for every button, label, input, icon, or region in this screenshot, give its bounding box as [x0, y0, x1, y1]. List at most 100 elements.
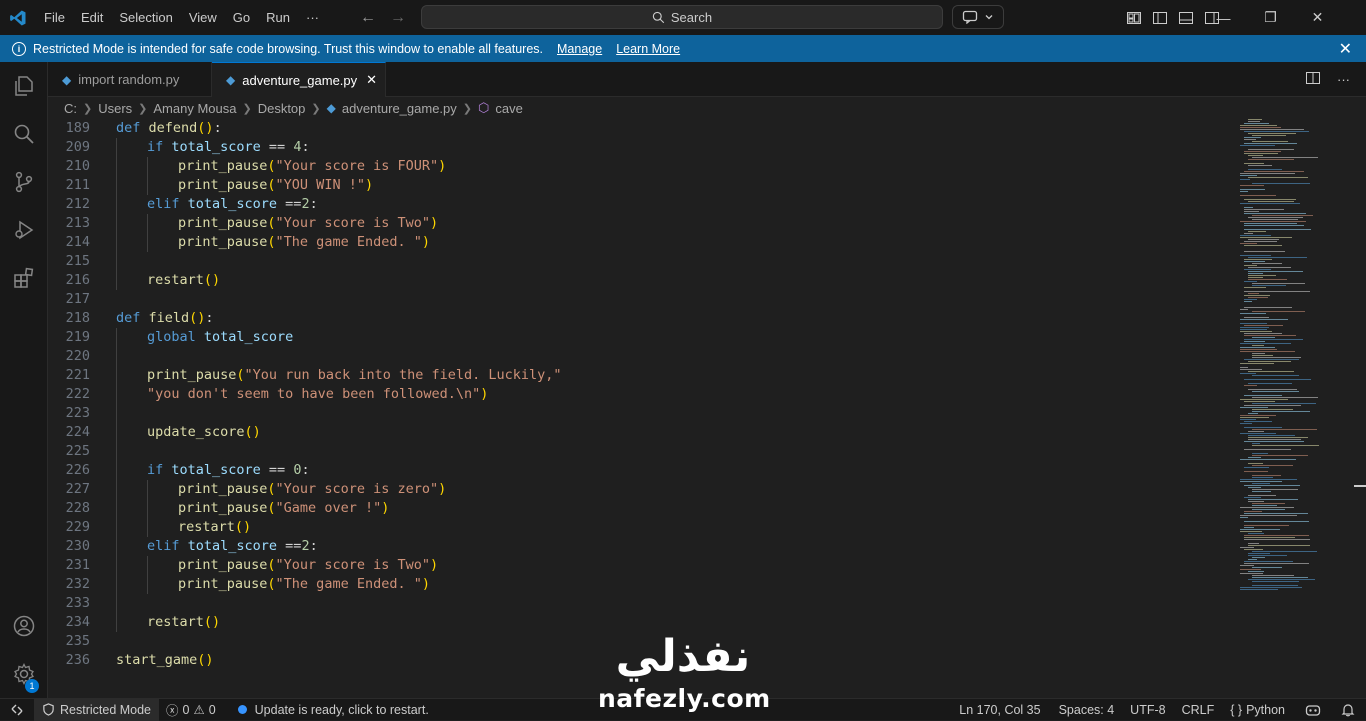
code-text: def field():: [116, 309, 214, 328]
code-line[interactable]: 214 print_pause("The game Ended. "): [48, 233, 1238, 252]
breadcrumb-file[interactable]: adventure_game.py: [342, 101, 457, 116]
minimap-line: [1248, 463, 1263, 464]
code-token: ): [381, 500, 390, 516]
code-line[interactable]: 221 print_pause("You run back into the fi…: [48, 366, 1238, 385]
more-actions-icon[interactable]: ···: [1337, 72, 1350, 87]
indentation[interactable]: Spaces: 4: [1052, 699, 1122, 721]
copilot-button[interactable]: [952, 5, 1004, 29]
vertical-scrollbar[interactable]: [1352, 119, 1366, 698]
minimap[interactable]: [1238, 119, 1352, 698]
forward-arrow-icon[interactable]: →: [390, 9, 406, 27]
code-line[interactable]: 223: [48, 404, 1238, 423]
minimap-line: [1252, 455, 1308, 456]
minimap-line: [1244, 223, 1297, 224]
menu-file[interactable]: File: [36, 0, 73, 35]
code-editor[interactable]: 189 def defend(): 209 if total_score == 4: 2…: [48, 119, 1238, 698]
close-banner-icon[interactable]: ✕: [1339, 39, 1352, 59]
breadcrumb-desktop[interactable]: Desktop: [258, 101, 306, 116]
code-token: total_score: [187, 538, 278, 554]
run-debug-icon[interactable]: [0, 206, 48, 254]
code-token: total_score: [203, 329, 294, 345]
code-line[interactable]: 220: [48, 347, 1238, 366]
code-token: :: [309, 196, 318, 212]
code-token: global: [147, 329, 204, 345]
close-tab-icon[interactable]: ✕: [366, 72, 377, 88]
code-token: "Your score is zero": [275, 481, 439, 497]
back-arrow-icon[interactable]: ←: [360, 9, 376, 27]
code-line[interactable]: 212 elif total_score ==2:: [48, 195, 1238, 214]
code-line[interactable]: 219 global total_score: [48, 328, 1238, 347]
minimap-line: [1244, 333, 1282, 334]
code-line[interactable]: 210 print_pause("Your score is FOUR"): [48, 157, 1238, 176]
breadcrumb-drive[interactable]: C:: [64, 101, 77, 116]
source-control-icon[interactable]: [0, 158, 48, 206]
learn-more-link[interactable]: Learn More: [616, 42, 680, 56]
minimize-icon[interactable]: —: [1200, 0, 1247, 35]
tab-import-random[interactable]: ◆ import random.py: [48, 62, 212, 97]
code-line[interactable]: 232 print_pause("The game Ended. "): [48, 575, 1238, 594]
code-line[interactable]: 226 if total_score == 0:: [48, 461, 1238, 480]
command-center-search[interactable]: Search: [421, 5, 943, 29]
code-line[interactable]: 189 def defend():: [48, 119, 1238, 138]
explorer-icon[interactable]: [0, 62, 48, 110]
tab-adventure-game[interactable]: ◆ adventure_game.py ✕: [212, 62, 386, 97]
breadcrumb-symbol[interactable]: cave: [495, 101, 522, 116]
code-line[interactable]: 216 restart(): [48, 271, 1238, 290]
code-line[interactable]: 217: [48, 290, 1238, 309]
menu-run[interactable]: Run: [258, 0, 298, 35]
code-line[interactable]: 225: [48, 442, 1238, 461]
code-line[interactable]: 228 print_pause("Game over !"): [48, 499, 1238, 518]
restore-icon[interactable]: ❐: [1247, 0, 1294, 35]
menu-edit[interactable]: Edit: [73, 0, 111, 35]
code-line[interactable]: 218 def field():: [48, 309, 1238, 328]
settings-gear-icon[interactable]: 1: [0, 650, 48, 698]
problems-indicator[interactable]: ⓧ 0 ⚠ 0: [159, 699, 223, 721]
code-line[interactable]: 227 print_pause("Your score is zero"): [48, 480, 1238, 499]
restricted-mode-indicator[interactable]: Restricted Mode: [34, 698, 160, 721]
remote-indicator-icon[interactable]: [0, 699, 34, 721]
cursor-position[interactable]: Ln 170, Col 35: [952, 699, 1047, 721]
minimap-line: [1240, 329, 1267, 330]
menu-selection[interactable]: Selection: [111, 0, 180, 35]
update-notification[interactable]: Update is ready, click to restart.: [231, 699, 436, 721]
code-line[interactable]: 213 print_pause("Your score is Two"): [48, 214, 1238, 233]
breadcrumb-user[interactable]: Amany Mousa: [153, 101, 236, 116]
minimap-line: [1240, 191, 1248, 192]
encoding[interactable]: UTF-8: [1123, 699, 1172, 721]
end-of-line[interactable]: CRLF: [1175, 699, 1222, 721]
minimap-line: [1240, 125, 1277, 126]
restricted-mode-label: Restricted Mode: [60, 702, 152, 717]
code-line[interactable]: 230 elif total_score ==2:: [48, 537, 1238, 556]
line-number: 215: [65, 253, 90, 269]
line-number: 223: [65, 405, 90, 421]
extensions-icon[interactable]: [0, 254, 48, 302]
code-line[interactable]: 222 "you don't seem to have been followed…: [48, 385, 1238, 404]
notifications-bell-icon[interactable]: [1334, 699, 1362, 721]
breadcrumb-users[interactable]: Users: [98, 101, 132, 116]
menu-view[interactable]: View: [181, 0, 225, 35]
minimap-line: [1248, 555, 1287, 556]
code-line[interactable]: 209 if total_score == 4:: [48, 138, 1238, 157]
menu-go[interactable]: Go: [225, 0, 258, 35]
close-window-icon[interactable]: ✕: [1294, 0, 1341, 35]
toggle-primary-sidebar-icon[interactable]: [1150, 8, 1170, 28]
language-mode[interactable]: { } Python: [1223, 699, 1292, 721]
toggle-panel-icon[interactable]: [1176, 8, 1196, 28]
code-line[interactable]: 233: [48, 594, 1238, 613]
split-editor-icon[interactable]: [1305, 70, 1321, 89]
search-icon[interactable]: [0, 110, 48, 158]
account-icon[interactable]: [0, 602, 48, 650]
code-line[interactable]: 224 update_score(): [48, 423, 1238, 442]
code-line[interactable]: 229 restart(): [48, 518, 1238, 537]
menu-more[interactable]: ···: [298, 0, 327, 35]
code-token: restart: [147, 614, 204, 630]
copilot-status-icon[interactable]: [1298, 699, 1328, 721]
minimap-line: [1240, 459, 1296, 460]
code-line[interactable]: 234 restart(): [48, 613, 1238, 632]
code-line[interactable]: 231 print_pause("Your score is Two"): [48, 556, 1238, 575]
minimap-line: [1244, 153, 1278, 154]
code-line[interactable]: 215: [48, 252, 1238, 271]
code-line[interactable]: 211 print_pause("YOU WIN !"): [48, 176, 1238, 195]
manage-link[interactable]: Manage: [557, 42, 602, 56]
customize-layout-icon[interactable]: [1124, 8, 1144, 28]
